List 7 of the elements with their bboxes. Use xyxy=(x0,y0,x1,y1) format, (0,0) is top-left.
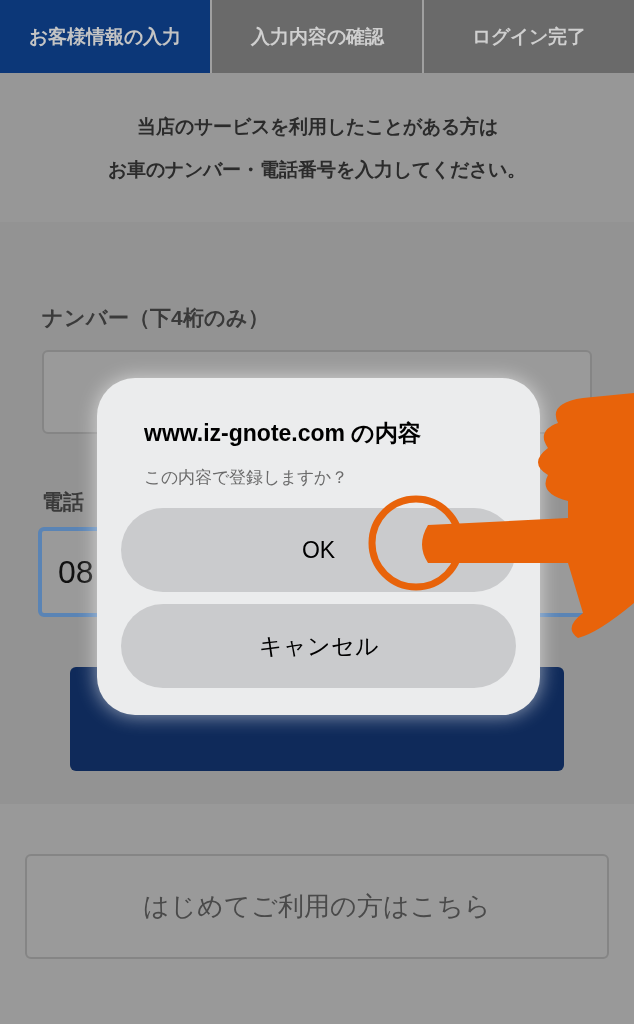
intro-text: 当店のサービスを利用したことがある方は xyxy=(136,115,498,139)
field-label: 電話 xyxy=(42,488,85,515)
dialog-button[interactable]: キャンセル xyxy=(121,604,516,688)
dialog-title: www.iz-gnote.com の内容 xyxy=(143,419,423,448)
intro-text: お車のナンバー・電話番号を入力してください。 xyxy=(108,157,526,182)
field-label: ナンバー（下4桁のみ） xyxy=(42,305,270,331)
dialog-message: この内容で登録しますか？ xyxy=(143,466,349,489)
